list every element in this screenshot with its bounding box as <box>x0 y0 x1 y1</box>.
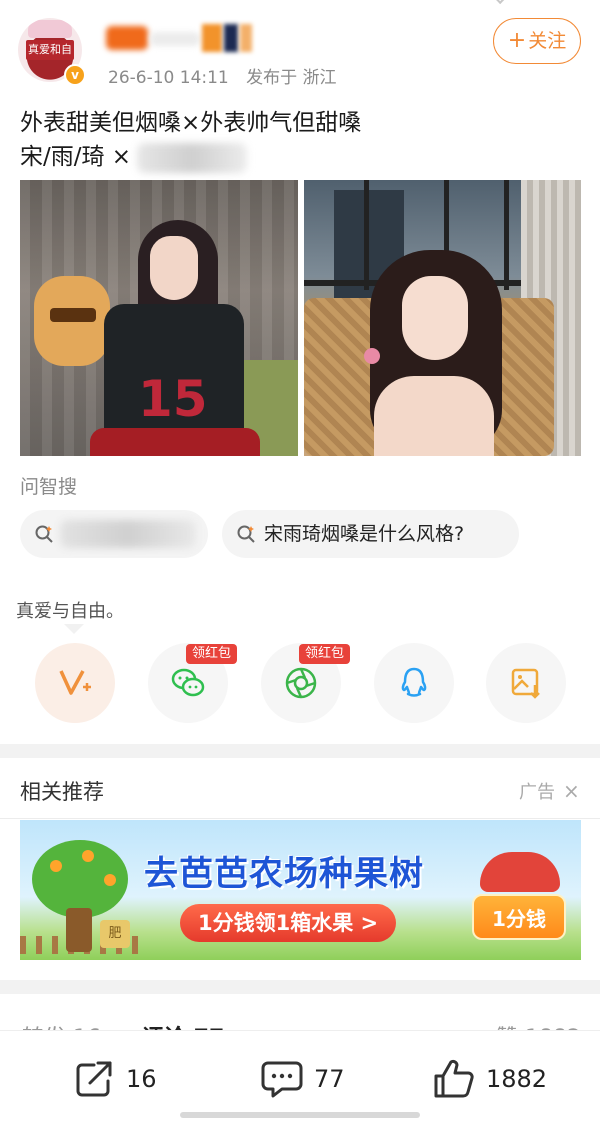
fruit-basket-illustration <box>480 852 560 892</box>
qq-icon <box>401 667 427 697</box>
save-image-icon <box>511 668 540 699</box>
search-suggestion-chip-2[interactable]: 宋雨琦烟嗓是什么风格? <box>222 510 519 558</box>
author-name-redacted[interactable] <box>106 22 276 52</box>
comment-button[interactable]: 77 <box>260 1059 345 1099</box>
section-divider <box>0 744 600 758</box>
close-icon[interactable]: × <box>563 779 580 803</box>
banner-price-badge: 1分钱 <box>472 894 566 940</box>
comment-icon <box>261 1061 303 1098</box>
author-signature: 真爱与自由。 <box>16 601 124 622</box>
red-packet-badge: 领红包 <box>186 644 238 664</box>
post-text-line1: 外表甜美但烟嗓×外表帅气但甜嗓 <box>20 110 362 136</box>
comment-count: 77 <box>314 1065 345 1093</box>
ai-search-icon <box>35 525 53 543</box>
repost-icon <box>76 1061 112 1097</box>
share-vplus-button[interactable] <box>35 643 115 723</box>
avatar-text: 真爱和自由 <box>26 40 74 60</box>
moments-icon <box>285 667 317 699</box>
like-count: 1882 <box>486 1065 548 1093</box>
post-text-line2-prefix: 宋/雨/琦 × <box>20 144 132 170</box>
ai-search-icon <box>237 525 255 543</box>
wenzhisou-label: 问智搜 <box>20 476 78 498</box>
redacted-text <box>137 142 248 173</box>
post-image-2[interactable] <box>304 180 581 456</box>
scroll-hint-arrow-icon <box>484 0 524 6</box>
save-image-button[interactable] <box>486 643 566 723</box>
related-title: 相关推荐 <box>20 780 104 804</box>
post-location: 发布于 浙江 <box>246 68 337 88</box>
ad-label: 广告 <box>519 782 555 803</box>
post-text-line2: 宋/雨/琦 × <box>20 140 580 174</box>
tree-trunk <box>66 908 92 952</box>
vplus-icon <box>59 670 91 695</box>
banner-title: 去芭芭农场种果树 <box>144 854 424 894</box>
post-image-1[interactable]: 15 <box>20 180 298 456</box>
red-packet-badge: 领红包 <box>299 644 351 664</box>
post-text: 外表甜美但烟嗓×外表帅气但甜嗓 宋/雨/琦 × <box>20 106 580 174</box>
plus-icon: + <box>507 28 527 53</box>
fertilizer-pot: 肥 <box>100 920 130 948</box>
home-indicator[interactable] <box>180 1112 420 1118</box>
avatar-decoration <box>28 20 72 38</box>
ad-banner[interactable]: 肥 去芭芭农场种果树 1分钱领1箱水果 > 1分钱 <box>20 820 581 960</box>
post-meta: 26-6-10 14:11 发布于 浙江 <box>108 63 337 88</box>
banner-cta-button[interactable]: 1分钱领1箱水果 > <box>180 904 397 942</box>
chip-text: 宋雨琦烟嗓是什么风格? <box>264 523 465 545</box>
verified-badge-icon: v <box>64 64 86 86</box>
repost-button[interactable]: 16 <box>74 1059 157 1099</box>
follow-button[interactable]: + 关注 <box>493 18 581 64</box>
redacted-chip-text <box>60 520 196 548</box>
thumbs-up-icon <box>434 1059 474 1098</box>
divider-line <box>0 818 600 819</box>
post-time: 26-6-10 14:11 <box>108 68 229 88</box>
repost-count: 16 <box>126 1065 157 1093</box>
wechat-icon <box>171 668 205 697</box>
search-suggestion-chip-1[interactable] <box>20 510 208 558</box>
bottom-action-bar: 16 77 1882 <box>0 1030 600 1122</box>
signature-caret <box>64 624 84 634</box>
like-button[interactable]: 1882 <box>432 1059 547 1099</box>
follow-label: 关注 <box>528 30 567 52</box>
share-qq-button[interactable] <box>374 643 454 723</box>
section-divider <box>0 980 600 994</box>
